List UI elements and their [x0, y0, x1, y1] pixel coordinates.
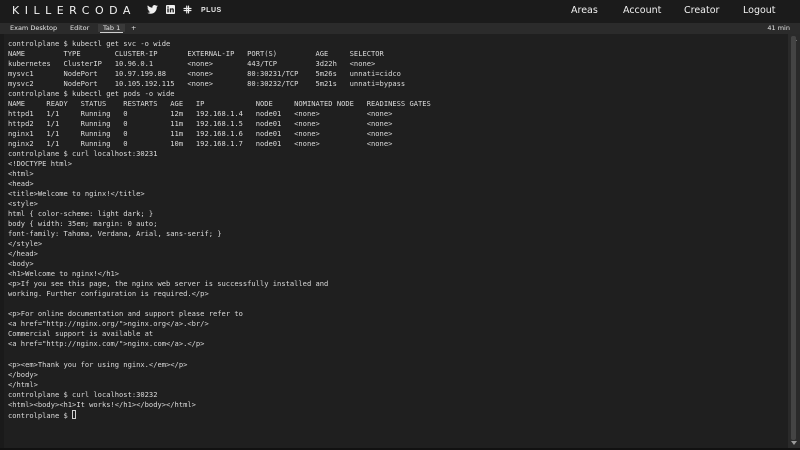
time-remaining: 41 min: [767, 24, 790, 32]
terminal-line: NAME READY STATUS RESTARTS AGE IP NODE N…: [8, 99, 431, 109]
tab-editor[interactable]: Editor: [70, 24, 89, 32]
terminal-line: <title>Welcome to nginx!</title>: [8, 189, 145, 199]
killercoda-logo[interactable]: KILLERCODA: [12, 4, 136, 17]
terminal-line: font-family: Tahoma, Verdana, Arial, san…: [8, 229, 222, 239]
terminal-line: <p>If you see this page, the nginx web s…: [8, 279, 329, 289]
slack-icon[interactable]: [183, 5, 192, 14]
terminal-line: controlplane $ kubectl get svc -o wide: [8, 39, 171, 48]
terminal-line: <!DOCTYPE html>: [8, 159, 73, 169]
terminal-line: <a href="http://nginx.com/">nginx.com</a…: [8, 339, 205, 349]
terminal-tab-bar: Exam Desktop Editor Tab 1 + 41 min: [0, 23, 800, 34]
terminal-line: mysvc2 NodePort 10.105.192.115 <none> 80…: [8, 79, 406, 89]
scrollbar-thumb[interactable]: [791, 36, 796, 440]
active-tab-underline: [100, 32, 124, 33]
scroll-down-arrow-icon[interactable]: [791, 441, 797, 445]
terminal-line: httpd1 1/1 Running 0 12m 192.168.1.4 nod…: [8, 109, 393, 119]
terminal-line: controlplane $ kubectl get pods -o wide: [8, 89, 175, 99]
terminal-line: <style>: [8, 199, 38, 209]
nav-creator[interactable]: Creator: [684, 5, 719, 16]
nav-areas[interactable]: Areas: [571, 5, 598, 16]
terminal-output: controlplane $ kubectl get svc -o wide N…: [8, 39, 788, 421]
nav-account[interactable]: Account: [623, 5, 661, 16]
terminal-line: <a href="http://nginx.org/">nginx.org</a…: [8, 319, 209, 329]
tab-label: Tab 1: [103, 24, 121, 32]
terminal-line: <h1>Welcome to nginx!</h1>: [8, 269, 120, 279]
terminal-line: kubernetes ClusterIP 10.96.0.1 <none> 44…: [8, 59, 376, 69]
terminal-line: <head>: [8, 179, 34, 189]
terminal-line: httpd2 1/1 Running 0 11m 192.168.1.5 nod…: [8, 119, 393, 129]
terminal-cursor: [72, 409, 77, 419]
terminal-line: mysvc1 NodePort 10.97.199.88 <none> 80:3…: [8, 69, 401, 79]
nav-logout[interactable]: Logout: [743, 5, 776, 16]
twitter-icon[interactable]: [147, 5, 158, 14]
terminal-line: html { color-scheme: light dark; }: [8, 209, 154, 219]
tab-exam-desktop[interactable]: Exam Desktop: [10, 24, 57, 32]
terminal-line: <p><em>Thank you for using nginx.</em></…: [8, 359, 188, 369]
terminal-line: </body>: [8, 369, 38, 379]
terminal-line: </style>: [8, 239, 43, 249]
terminal-scrollbar[interactable]: [788, 34, 800, 448]
add-tab-button[interactable]: +: [131, 24, 136, 32]
terminal-line: </head>: [8, 249, 38, 259]
terminal-prompt: controlplane $: [8, 410, 73, 420]
terminal-line: nginx2 1/1 Running 0 10m 192.168.1.7 nod…: [8, 139, 393, 149]
social-links: [147, 5, 192, 14]
plus-link[interactable]: PLUS: [201, 7, 222, 14]
terminal-line: </html>: [8, 379, 38, 389]
terminal-window[interactable]: controlplane $ kubectl get svc -o wide N…: [4, 34, 788, 448]
terminal-line: NAME TYPE CLUSTER-IP EXTERNAL-IP PORT(S)…: [8, 49, 384, 59]
linkedin-icon[interactable]: [166, 5, 175, 14]
terminal-line: nginx1 1/1 Running 0 11m 192.168.1.6 nod…: [8, 129, 393, 139]
terminal-lines: controlplane $ kubectl get svc -o wide N…: [8, 39, 431, 409]
terminal-line: Commercial support is available at: [8, 329, 154, 339]
terminal-line: <p>For online documentation and support …: [8, 309, 243, 319]
terminal-line: body { width: 35em; margin: 0 auto;: [8, 219, 158, 229]
top-navigation-bar: KILLERCODA PLUS Areas Account Creator Lo…: [0, 0, 800, 23]
terminal-line: controlplane $ curl localhost:30231: [8, 149, 158, 159]
terminal-line: working. Further configuration is requir…: [8, 289, 209, 299]
terminal-line: <html>: [8, 169, 34, 179]
terminal-line: controlplane $ curl localhost:30232: [8, 389, 158, 399]
terminal-line: <body>: [8, 259, 34, 269]
tab-tab-1[interactable]: Tab 1: [98, 24, 126, 33]
terminal-line: <html><body><h1>It works!</h1></body></h…: [8, 399, 196, 409]
